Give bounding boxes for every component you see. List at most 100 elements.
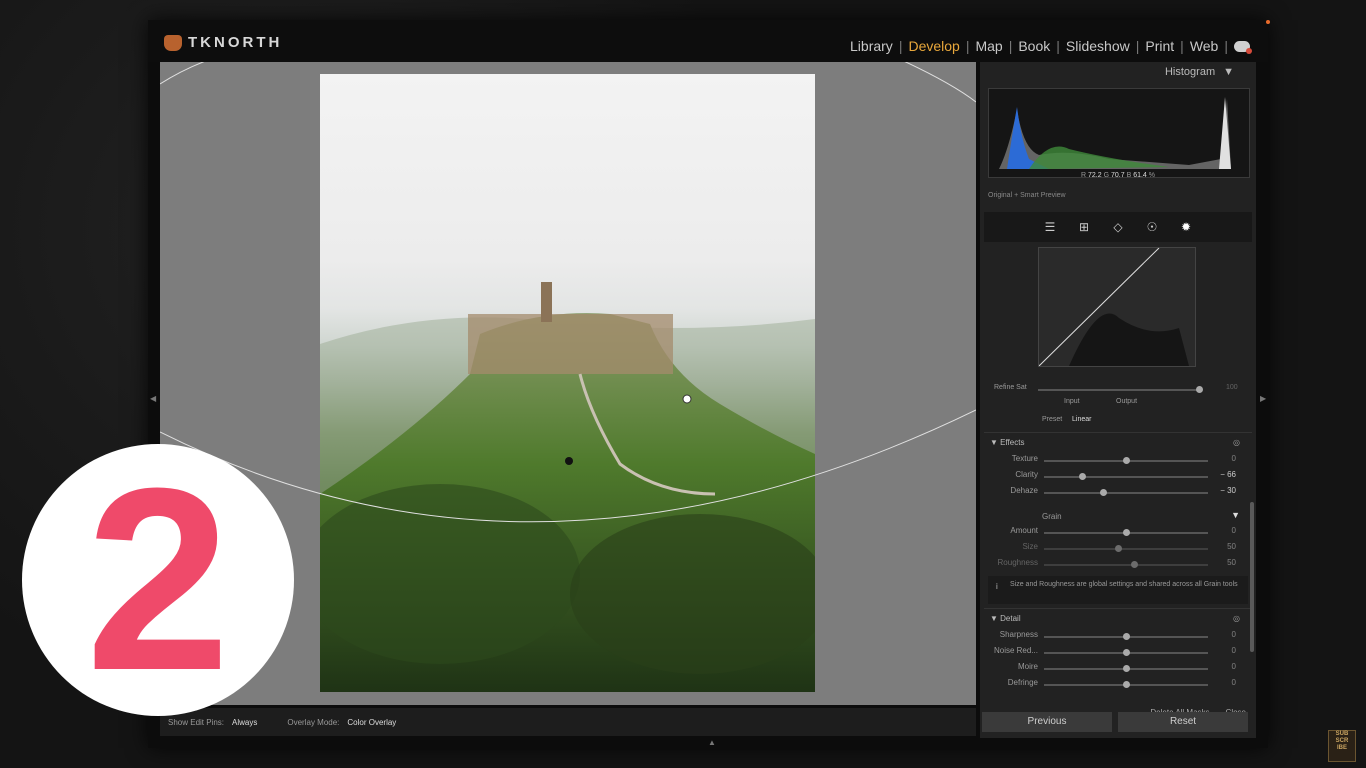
moire-value[interactable]: 0 <box>1232 662 1236 671</box>
texture-row: Texture 0 <box>984 454 1252 468</box>
notification-dot <box>1266 20 1270 24</box>
texture-value[interactable]: 0 <box>1232 454 1236 463</box>
module-book[interactable]: Book <box>1018 38 1050 54</box>
eye-icon[interactable]: ◎ <box>1233 614 1240 623</box>
roughness-slider[interactable] <box>1044 564 1208 566</box>
dehaze-label: Dehaze <box>1010 486 1038 495</box>
module-map[interactable]: Map <box>975 38 1002 54</box>
noise-knob[interactable] <box>1123 649 1130 656</box>
defringe-value[interactable]: 0 <box>1232 678 1236 687</box>
dehaze-slider[interactable] <box>1044 492 1208 494</box>
size-label: Size <box>1022 542 1038 551</box>
divider <box>984 432 1252 433</box>
detail-title: Detail <box>1000 614 1021 623</box>
module-slideshow[interactable]: Slideshow <box>1066 38 1130 54</box>
crop-icon[interactable]: ⊞ <box>1077 220 1091 234</box>
sharpness-value[interactable]: 0 <box>1232 630 1236 639</box>
percent-sign: % <box>1148 172 1155 179</box>
grain-expand-icon[interactable]: ▼ <box>1231 510 1240 520</box>
sharpness-label: Sharpness <box>999 630 1038 639</box>
left-panel-toggle-icon[interactable]: ◀ <box>150 394 156 403</box>
histogram-header[interactable]: Histogram ▼ <box>1165 66 1234 78</box>
b-value: 61.4 <box>1133 172 1147 179</box>
grain-title: Grain <box>1042 512 1062 521</box>
overlay-mode-select[interactable]: Color Overlay <box>347 718 396 727</box>
show-pins-select[interactable]: Always <box>232 718 257 727</box>
separator: | <box>1135 38 1140 54</box>
dehaze-value[interactable]: − 30 <box>1220 486 1236 495</box>
refine-saturation-knob[interactable] <box>1196 386 1203 393</box>
clarity-value[interactable]: − 66 <box>1220 470 1236 479</box>
right-panel-toggle-icon[interactable]: ▶ <box>1260 394 1266 403</box>
subscribe-badge[interactable]: SUB SCR IBE <box>1328 730 1356 762</box>
preset-label: Preset <box>1042 416 1063 423</box>
effects-title: Effects <box>1000 438 1025 447</box>
separator: | <box>1180 38 1184 54</box>
sharpness-row: Sharpness 0 <box>984 630 1252 644</box>
separator: | <box>1008 38 1013 54</box>
size-knob[interactable] <box>1114 545 1122 552</box>
defringe-label: Defringe <box>1007 678 1038 687</box>
moire-row: Moire 0 <box>984 662 1252 676</box>
amount-value[interactable]: 0 <box>1232 526 1236 535</box>
roughness-row: Roughness 50 <box>984 558 1252 572</box>
reset-button[interactable]: Reset <box>1118 712 1248 732</box>
tone-curve[interactable] <box>1038 247 1196 367</box>
edit-sliders-icon[interactable]: ☰ <box>1043 220 1057 234</box>
defringe-knob[interactable] <box>1123 681 1130 688</box>
clarity-slider[interactable] <box>1044 476 1208 478</box>
amount-knob[interactable] <box>1123 529 1130 536</box>
detail-header[interactable]: ▼ Detail <box>990 614 1021 623</box>
noise-value[interactable]: 0 <box>1232 646 1236 655</box>
red-eye-icon[interactable]: ☉ <box>1145 220 1159 234</box>
roughness-knob[interactable] <box>1131 561 1139 568</box>
moire-label: Moire <box>1017 662 1038 671</box>
tool-strip: ☰ ⊞ ◇ ☉ ✹ <box>984 212 1252 242</box>
module-print[interactable]: Print <box>1145 38 1174 54</box>
refine-saturation-slider[interactable] <box>1038 389 1200 391</box>
previous-button[interactable]: Previous <box>982 712 1112 732</box>
eye-icon[interactable]: ◎ <box>1233 438 1240 447</box>
masking-icon[interactable]: ✹ <box>1179 220 1193 234</box>
preset-select[interactable]: Linear <box>1072 416 1091 423</box>
clarity-knob[interactable] <box>1078 473 1086 480</box>
refine-saturation-value: 100 <box>1226 384 1238 391</box>
brand-logo: TKNORTH <box>164 34 282 51</box>
cloud-sync-icon[interactable] <box>1234 40 1252 54</box>
separator: | <box>1224 38 1228 54</box>
healing-eraser-icon[interactable]: ◇ <box>1111 220 1125 234</box>
module-web[interactable]: Web <box>1190 38 1219 54</box>
sharpness-knob[interactable] <box>1123 633 1130 640</box>
brand-name: TKNORTH <box>188 34 283 51</box>
clarity-label: Clarity <box>1015 470 1038 479</box>
size-slider[interactable] <box>1044 548 1208 550</box>
size-row: Size 50 <box>984 542 1252 556</box>
dehaze-knob[interactable] <box>1100 489 1108 496</box>
amount-row: Amount 0 <box>984 526 1252 540</box>
module-library[interactable]: Library <box>850 38 893 54</box>
panel-scrollbar[interactable] <box>1250 502 1254 652</box>
tone-curve-graph <box>1038 247 1189 367</box>
defringe-row: Defringe 0 <box>984 678 1252 692</box>
subscribe-line-3: IBE <box>1336 745 1347 751</box>
g-label: G <box>1103 172 1110 179</box>
overlay-mode-label: Overlay Mode: <box>287 717 340 727</box>
refine-saturation-label: Refine Sat <box>994 384 1027 391</box>
histogram <box>988 88 1250 178</box>
texture-label: Texture <box>1011 454 1038 463</box>
input-label: Input <box>1064 398 1080 405</box>
smart-preview-status: Original + Smart Preview <box>988 192 1066 199</box>
subscribe-line-1: SUB <box>1335 731 1349 737</box>
r-value: 72.2 <box>1088 172 1102 179</box>
right-panel: Histogram ▼ R 72.2 G 70.7 B 61.4 % Origi… <box>980 62 1256 738</box>
moire-knob[interactable] <box>1123 665 1130 672</box>
filmstrip-toggle-icon[interactable]: ▲ <box>708 738 716 747</box>
grain-info-box: i Size and Roughness are global settings… <box>988 576 1248 604</box>
collapse-triangle-icon[interactable]: ▼ <box>1223 66 1234 78</box>
rgb-readout: R 72.2 G 70.7 B 61.4 % <box>980 172 1256 179</box>
texture-knob[interactable] <box>1123 457 1130 464</box>
module-develop[interactable]: Develop <box>908 38 959 54</box>
size-value[interactable]: 50 <box>1227 542 1236 551</box>
roughness-value[interactable]: 50 <box>1227 558 1236 567</box>
effects-header[interactable]: ▼ Effects <box>990 438 1024 447</box>
